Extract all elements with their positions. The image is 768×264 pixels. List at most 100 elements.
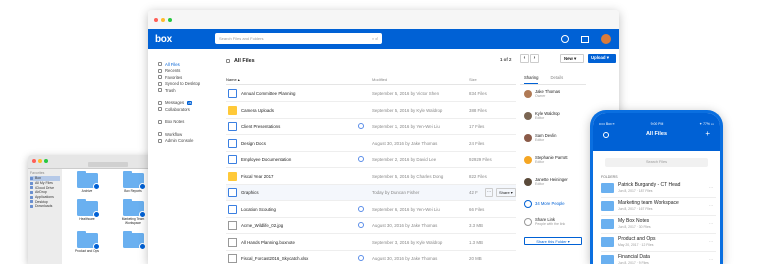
maximize-icon[interactable] bbox=[168, 17, 172, 22]
table-row[interactable]: Location Scouting September 6, 2016 by Ye… bbox=[226, 202, 516, 218]
search-input[interactable]: Search Files and Folders × ☌ bbox=[215, 33, 382, 44]
file-name[interactable]: Fiscal Year 2017 bbox=[241, 174, 273, 179]
people-icon bbox=[158, 107, 162, 112]
column-modified[interactable]: Modified bbox=[372, 77, 387, 82]
minimize-icon[interactable] bbox=[161, 17, 165, 22]
tab-details[interactable]: Details bbox=[550, 75, 563, 84]
notifications-icon[interactable] bbox=[581, 35, 589, 43]
file-name[interactable]: Annual Committee Planning bbox=[241, 91, 295, 96]
file-size: 1.3 MB bbox=[469, 239, 483, 245]
sidebar: All Files Recents Favorites Synced to De… bbox=[148, 49, 216, 264]
collaborated-icon bbox=[358, 123, 364, 129]
table-row[interactable]: Design Docs August 30, 2016 by Jake Thoma… bbox=[226, 136, 516, 152]
file-name[interactable]: Fiscal_Forcast2016_Skycatch.xlsx bbox=[241, 256, 308, 261]
file-name[interactable]: Acme_Wildlife_02.jpg bbox=[241, 223, 283, 228]
file-name[interactable]: Camera Uploads bbox=[241, 108, 274, 113]
search-clear-icon[interactable]: × ☌ bbox=[372, 36, 378, 41]
top-icons bbox=[561, 34, 611, 44]
minimize-icon[interactable] bbox=[38, 159, 42, 163]
table-row[interactable]: Fiscal_Forcast2016_Skycatch.xlsx August 3… bbox=[226, 251, 516, 264]
avatar bbox=[524, 90, 532, 98]
collaborator-row[interactable]: Kyle Waldrop Editor bbox=[524, 111, 590, 125]
phone-folder-name: Financial Data bbox=[618, 254, 650, 260]
more-icon[interactable]: ··· bbox=[709, 257, 713, 262]
table-row[interactable]: Fiscal Year 2017 September 5, 2016 by Cha… bbox=[226, 169, 516, 185]
apps-icon bbox=[30, 195, 33, 199]
more-icon[interactable]: ··· bbox=[709, 239, 713, 244]
file-name[interactable]: All Hands Planning.boxnote bbox=[241, 240, 295, 245]
prev-page-button[interactable]: ‹ bbox=[520, 54, 529, 63]
file-name[interactable]: Design Docs bbox=[241, 141, 266, 146]
tab-sharing[interactable]: Sharing bbox=[524, 75, 539, 84]
finder-folder[interactable]: Box Reports bbox=[118, 171, 148, 193]
share-link-row[interactable]: Share Link People with the link bbox=[524, 217, 590, 231]
table-row[interactable]: Camera Uploads September 5, 2016 by Kyle … bbox=[226, 103, 516, 119]
browser-window: box Search Files and Folders × ☌ All Fil… bbox=[148, 10, 619, 264]
phone-search-input[interactable]: Search Files bbox=[605, 158, 708, 167]
file-name[interactable]: Location Scouting bbox=[241, 207, 276, 212]
phone-folder-name: Patrick Burgandy - CT Head bbox=[618, 182, 681, 188]
finder-folder[interactable] bbox=[118, 231, 148, 250]
file-name[interactable]: Employee Documentation bbox=[241, 157, 291, 162]
collaborator-role: Editor bbox=[535, 182, 545, 186]
more-icon[interactable]: ··· bbox=[709, 203, 713, 208]
collaborator-row[interactable]: Sam Devlin Editor bbox=[524, 133, 590, 147]
finder-folder[interactable]: Marketing Team Workspace bbox=[118, 199, 148, 225]
finder-folder[interactable]: Archive bbox=[72, 171, 102, 193]
new-button[interactable]: New ▾ bbox=[560, 54, 584, 63]
phone-folder-row[interactable]: Marketing team Workspace Jun 8, 2017 · 16… bbox=[601, 199, 716, 216]
sidebar-item-admin-console[interactable]: Admin Console bbox=[158, 138, 216, 145]
avatar bbox=[524, 112, 532, 120]
file-icon bbox=[228, 237, 237, 247]
close-icon[interactable] bbox=[154, 17, 158, 22]
finder-item-downloads[interactable]: Downloads bbox=[30, 204, 60, 209]
next-page-button[interactable]: › bbox=[530, 54, 539, 63]
collaborator-row[interactable]: Stephanie Parrott Editor bbox=[524, 155, 590, 169]
help-icon[interactable] bbox=[561, 35, 569, 43]
collaborator-role: Editor bbox=[535, 116, 545, 120]
table-row[interactable]: Graphics Today by Duncan Fisher 42 F ··· Sha… bbox=[226, 185, 516, 201]
upload-button[interactable]: Upload ▾ bbox=[588, 54, 616, 63]
edit-icon[interactable] bbox=[545, 54, 554, 63]
phone-folder-meta: Jun 8, 2017 · 167 Files bbox=[618, 207, 653, 211]
maximize-icon[interactable] bbox=[44, 159, 48, 163]
folder-icon bbox=[228, 188, 237, 197]
box-badge-icon bbox=[138, 183, 146, 190]
file-size: 17 Files bbox=[469, 124, 485, 129]
file-name[interactable]: Graphics bbox=[241, 190, 259, 195]
table-row[interactable]: Client Presentations September 1, 2016 by… bbox=[226, 119, 516, 135]
file-modified: September 6, 2016 by Yen-Wei Liu bbox=[372, 206, 440, 212]
box-logo[interactable]: box bbox=[155, 34, 172, 45]
folder-icon bbox=[228, 89, 237, 98]
finder-folder[interactable]: Healthcare bbox=[72, 199, 102, 221]
folder-icon bbox=[601, 255, 614, 264]
table-row[interactable]: Acme_Wildlife_02.jpg August 30, 2016 by J… bbox=[226, 218, 516, 234]
column-size[interactable]: Size bbox=[469, 77, 477, 82]
table-row[interactable]: Employee Documentation September 2, 2016 … bbox=[226, 152, 516, 168]
user-avatar[interactable] bbox=[601, 34, 611, 44]
share-button[interactable]: Share ▾ bbox=[496, 188, 516, 197]
folder-icon bbox=[76, 171, 100, 190]
finder-toolbar bbox=[28, 155, 155, 169]
column-name[interactable]: Name ▴ bbox=[226, 77, 240, 82]
phone-folder-row[interactable]: Patrick Burgandy - CT Head Jun 8, 2017 · … bbox=[601, 181, 716, 198]
cloud-icon bbox=[30, 186, 33, 190]
more-people-link[interactable]: 34 More People bbox=[524, 199, 590, 213]
table-row[interactable]: Annual Committee Planning September 5, 20… bbox=[226, 86, 516, 102]
collaborator-row[interactable]: Jake Thomas Owner bbox=[524, 89, 590, 103]
share-folder-button[interactable]: Share this Folder ▾ bbox=[524, 237, 582, 245]
more-options-button[interactable]: ··· bbox=[485, 188, 493, 197]
phone-folder-row[interactable]: My Box Notes Jun 8, 2017 · 30 Files ··· bbox=[601, 217, 716, 234]
phone-folder-row[interactable]: Financial Data Jun 8, 2017 · 9 Files ··· bbox=[601, 253, 716, 264]
sync-icon bbox=[158, 81, 162, 86]
file-name[interactable]: Client Presentations bbox=[241, 124, 280, 129]
more-icon[interactable]: ··· bbox=[709, 185, 713, 190]
more-icon[interactable]: ··· bbox=[709, 221, 713, 226]
phone-folder-row[interactable]: Product and Ops May 20, 2017 · 12 Files ··… bbox=[601, 235, 716, 252]
table-row[interactable]: All Hands Planning.boxnote September 3, 2… bbox=[226, 235, 516, 251]
collaborator-row[interactable]: Janette Heininger Editor bbox=[524, 177, 590, 191]
finder-view-controls[interactable] bbox=[88, 162, 128, 167]
finder-folder[interactable]: Product and Ops bbox=[72, 231, 102, 253]
close-icon[interactable] bbox=[32, 159, 36, 163]
add-icon[interactable]: + bbox=[705, 129, 710, 138]
